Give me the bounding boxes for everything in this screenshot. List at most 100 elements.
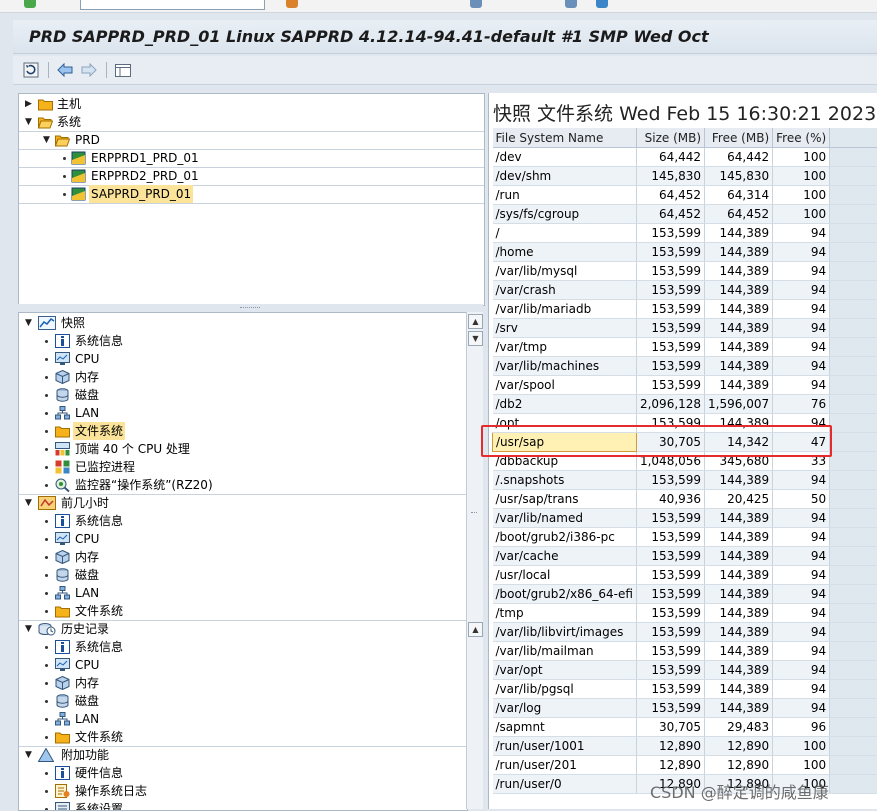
table-row[interactable]: /boot/grub2/x86_64-efi153,599144,38994	[493, 585, 877, 604]
table-row[interactable]: /usr/local153,599144,38994	[493, 566, 877, 585]
tree-node-filesystem[interactable]: 文件系统	[45, 602, 455, 620]
tree-node-top40[interactable]: 顶端 40 个 CPU 处理	[45, 440, 455, 458]
tree-node-server-1[interactable]: ERPPRD1_PRD_01	[63, 149, 463, 167]
col-header-size[interactable]: Size (MB)	[636, 128, 704, 148]
table-row[interactable]: /usr/sap/trans40,93620,42550	[493, 490, 877, 509]
cell-name: /var/lib/machines	[493, 357, 637, 376]
empty-cell	[830, 357, 877, 376]
toolbar-icon[interactable]	[565, 0, 577, 8]
table-row[interactable]: /var/lib/libvirt/images153,599144,38994	[493, 623, 877, 642]
table-row[interactable]: /dev64,44264,442100	[493, 148, 877, 167]
tree-node-hardware[interactable]: 硬件信息	[45, 764, 455, 782]
table-row[interactable]: /var/opt153,599144,38994	[493, 661, 877, 680]
table-row[interactable]: /opt153,599144,38994	[493, 414, 877, 433]
tree-node-server-3[interactable]: SAPPRD_PRD_01	[63, 185, 463, 203]
table-row[interactable]: /var/lib/named153,599144,38994	[493, 509, 877, 528]
table-row[interactable]: /.snapshots153,599144,38994	[493, 471, 877, 490]
tree-node-host[interactable]: ▶ 主机	[25, 95, 465, 113]
tree-node-disk[interactable]: 磁盘	[45, 692, 455, 710]
table-row[interactable]: /var/lib/mariadb153,599144,38994	[493, 300, 877, 319]
tree-node-cpu[interactable]: CPU	[45, 530, 455, 548]
tree-node-sysinfo[interactable]: 系统信息	[45, 638, 455, 656]
scroll-down-button[interactable]: ▼	[468, 331, 483, 346]
table-row[interactable]: /usr/sap30,70514,34247	[493, 433, 877, 452]
table-row[interactable]: /srv153,599144,38994	[493, 319, 877, 338]
table-row[interactable]: /dbbackup1,048,056345,68033	[493, 452, 877, 471]
tree-node-monitored[interactable]: 已监控进程	[45, 458, 455, 476]
tree-node-disk[interactable]: 磁盘	[45, 566, 455, 584]
tree-node-oslog[interactable]: 操作系统日志	[45, 782, 455, 800]
table-row[interactable]: /run/user/20112,89012,890100	[493, 756, 877, 775]
tree-node-memory[interactable]: 内存	[45, 368, 455, 386]
pane-splitter[interactable]	[18, 304, 483, 312]
col-header-free[interactable]: Free (MB)	[705, 128, 773, 148]
table-row[interactable]: /var/spool153,599144,38994	[493, 376, 877, 395]
table-row[interactable]: /tmp153,599144,38994	[493, 604, 877, 623]
tree-node-rz20[interactable]: 监控器“操作系统”(RZ20)	[45, 476, 455, 494]
tree-node-sysinfo[interactable]: 系统信息	[45, 512, 455, 530]
toolbar-icon[interactable]	[470, 0, 482, 8]
table-row[interactable]: /153,599144,38994	[493, 224, 877, 243]
tree-label-memory: 内存	[75, 674, 99, 692]
tree-node-cpu[interactable]: CPU	[45, 350, 455, 368]
tree-node-memory[interactable]: 内存	[45, 674, 455, 692]
table-row[interactable]: /boot/grub2/i386-pc153,599144,38994	[493, 528, 877, 547]
tree-node-filesystem[interactable]: 文件系统	[45, 422, 455, 440]
cell-size: 153,599	[636, 528, 704, 547]
cell-free: 144,389	[705, 642, 773, 661]
tree-node-server-2[interactable]: ERPPRD2_PRD_01	[63, 167, 463, 185]
tree-node-cpu[interactable]: CPU	[45, 656, 455, 674]
table-row[interactable]: /var/lib/mysql153,599144,38994	[493, 262, 877, 281]
table-row[interactable]: /dev/shm145,830145,830100	[493, 167, 877, 186]
tree-node-prd[interactable]: ▼ PRD	[43, 131, 463, 149]
table-row[interactable]: /run64,45264,314100	[493, 186, 877, 205]
cell-name: /.snapshots	[493, 471, 637, 490]
table-row[interactable]: /var/lib/machines153,599144,38994	[493, 357, 877, 376]
table-row[interactable]: /run/user/100112,89012,890100	[493, 737, 877, 756]
command-field[interactable]	[80, 0, 265, 10]
table-row[interactable]: /var/lib/pgsql153,599144,38994	[493, 680, 877, 699]
cell-name: /dev/shm	[493, 167, 637, 186]
tree-node-lan[interactable]: LAN	[45, 710, 455, 728]
help-icon[interactable]	[596, 0, 608, 8]
table-row[interactable]: /db22,096,1281,596,00776	[493, 395, 877, 414]
table-row[interactable]: /sapmnt30,70529,48396	[493, 718, 877, 737]
col-header-name[interactable]: File System Name	[493, 128, 637, 148]
server-icon	[71, 151, 86, 165]
tree-node-hours[interactable]: ▼ 前几小时	[25, 494, 455, 512]
table-row[interactable]: /var/cache153,599144,38994	[493, 547, 877, 566]
tree-node-filesystem[interactable]: 文件系统	[45, 728, 455, 746]
table-row[interactable]: /var/tmp153,599144,38994	[493, 338, 877, 357]
table-row[interactable]: /home153,599144,38994	[493, 243, 877, 262]
table-row[interactable]: /var/log153,599144,38994	[493, 699, 877, 718]
back-button[interactable]	[55, 60, 75, 80]
table-row[interactable]: /var/lib/mailman153,599144,38994	[493, 642, 877, 661]
tree-node-lan[interactable]: LAN	[45, 584, 455, 602]
server-icon	[71, 187, 86, 201]
tree-scrollbar[interactable]: ▲ ▼ ▲	[466, 312, 483, 809]
tree-node-system[interactable]: ▼ 系统	[25, 113, 465, 131]
col-header-free-pct[interactable]: Free (%)	[773, 128, 830, 148]
cell-name: /dev	[493, 148, 637, 167]
forward-button[interactable]	[79, 60, 99, 80]
tree-node-snapshot[interactable]: ▼ 快照	[25, 314, 455, 332]
tree-node-memory[interactable]: 内存	[45, 548, 455, 566]
scroll-up-button[interactable]: ▲	[468, 622, 483, 637]
table-row[interactable]: /sys/fs/cgroup64,45264,452100	[493, 205, 877, 224]
tree-node-lan[interactable]: LAN	[45, 404, 455, 422]
confirm-icon[interactable]	[24, 0, 36, 8]
tree-node-settings[interactable]: 系统设置	[45, 800, 455, 811]
cell-pct: 94	[773, 547, 830, 566]
tree-node-history[interactable]: ▼ 历史记录	[25, 620, 455, 638]
refresh-button[interactable]	[21, 60, 41, 80]
table-row[interactable]: /var/crash153,599144,38994	[493, 281, 877, 300]
toolbar-icon[interactable]	[286, 0, 298, 8]
tree-node-sysinfo[interactable]: 系统信息	[45, 332, 455, 350]
monitor-icon	[55, 532, 70, 546]
empty-cell	[830, 395, 877, 414]
layout-button[interactable]	[113, 60, 133, 80]
scroll-up-button[interactable]: ▲	[468, 314, 483, 329]
cell-pct: 94	[773, 642, 830, 661]
tree-node-extra[interactable]: ▼ 附加功能	[25, 746, 455, 764]
tree-node-disk[interactable]: 磁盘	[45, 386, 455, 404]
